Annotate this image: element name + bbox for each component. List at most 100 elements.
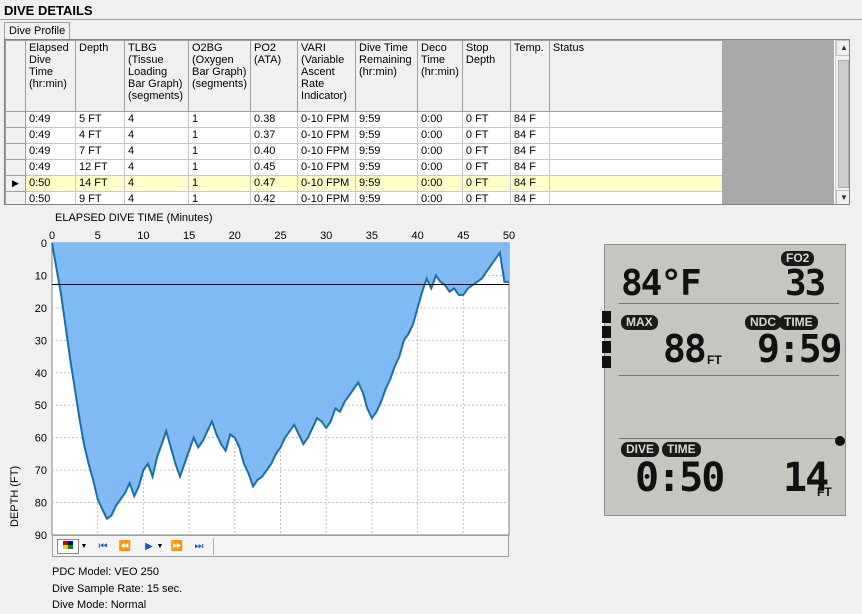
grid-cell[interactable]: 0:49 <box>25 143 76 160</box>
grid-cell[interactable]: 0.38 <box>250 111 299 128</box>
grid-cell[interactable]: 0:49 <box>25 127 76 144</box>
grid-cell[interactable]: 0:49 <box>25 111 76 128</box>
grid-cell[interactable]: 1 <box>187 191 252 204</box>
grid-cell[interactable]: 0:00 <box>417 191 463 204</box>
grid-cell[interactable]: 5 FT <box>75 111 125 128</box>
last-frame-icon[interactable]: ⏭ <box>191 539 207 554</box>
grid-cell[interactable]: 0.47 <box>250 175 299 192</box>
grid-cell[interactable] <box>548 159 723 176</box>
row-header[interactable] <box>5 111 26 128</box>
grid-cell[interactable]: 7 FT <box>75 143 125 160</box>
grid-cell[interactable]: 1 <box>187 111 252 128</box>
table-row[interactable]: 0:50 9 FT 4 1 0.42 0-10 FPM 9:59 0:00 0 FT 84 F <box>5 191 723 204</box>
depth-profile-chart[interactable]: 0 5 10 15 20 25 30 35 40 45 50 0 10 20 30 40 50 60 70 80 90 D… <box>0 226 520 556</box>
grid-cell[interactable]: 4 <box>124 111 189 128</box>
column-header-6[interactable]: Dive Time Remaining (hr:min) <box>355 40 419 112</box>
table-row[interactable]: 0:49 12 FT 4 1 0.45 0-10 FPM 9:59 0:00 0 FT 84 F <box>5 159 723 176</box>
table-row[interactable]: 0:49 5 FT 4 1 0.38 0-10 FPM 9:59 0:00 0 FT 84 F <box>5 111 723 128</box>
scroll-down-button[interactable]: ▼ <box>836 190 849 204</box>
grid-cell[interactable]: 0:00 <box>417 159 463 176</box>
column-header-9[interactable]: Temp. <box>509 40 550 112</box>
grid-cell[interactable]: 0:00 <box>417 111 463 128</box>
grid-cell[interactable]: 1 <box>187 143 252 160</box>
color-picker-button[interactable] <box>57 539 79 554</box>
row-header[interactable] <box>5 191 26 204</box>
row-header[interactable] <box>5 143 26 160</box>
grid-cell[interactable]: 0:00 <box>417 175 463 192</box>
grid-cell[interactable]: 84 F <box>509 175 550 192</box>
grid-cell[interactable]: 0 FT <box>461 159 511 176</box>
column-header-5[interactable]: VARI (Variable Ascent Rate Indicator) <box>297 40 357 112</box>
grid-cell[interactable]: 4 <box>124 191 189 204</box>
grid-cell[interactable]: 0 FT <box>461 127 511 144</box>
grid-cell[interactable] <box>548 111 723 128</box>
grid-cell[interactable]: 0 FT <box>461 175 511 192</box>
grid-cell[interactable]: 0-10 FPM <box>297 111 357 128</box>
grid-cell[interactable]: 9:59 <box>355 175 419 192</box>
grid-cell[interactable] <box>548 143 723 160</box>
grid-cell[interactable]: 0-10 FPM <box>297 191 357 204</box>
grid-cell[interactable]: 84 F <box>509 191 550 204</box>
grid-cell[interactable]: 0.45 <box>250 159 299 176</box>
grid-cell[interactable]: 0-10 FPM <box>297 159 357 176</box>
grid-cell[interactable]: 1 <box>187 127 252 144</box>
grid-cell[interactable]: 9:59 <box>355 191 419 204</box>
rewind-icon[interactable]: ⏪ <box>117 539 133 554</box>
column-header-4[interactable]: PO2 (ATA) <box>250 40 299 112</box>
grid-cell[interactable]: 0:50 <box>25 175 76 192</box>
grid-cell[interactable]: 0-10 FPM <box>297 175 357 192</box>
column-header-2[interactable]: TLBG (Tissue Loading Bar Graph) (segment… <box>124 40 189 112</box>
grid-cell[interactable]: 9:59 <box>355 127 419 144</box>
grid-cell[interactable]: 0.42 <box>250 191 299 204</box>
row-header[interactable] <box>5 127 26 144</box>
grid-cell[interactable]: 4 FT <box>75 127 125 144</box>
first-frame-icon[interactable]: ⏮ <box>95 539 111 554</box>
chevron-down-icon[interactable]: ▼ <box>80 539 88 554</box>
column-header-10[interactable]: Status <box>548 40 723 112</box>
grid-cell[interactable]: 4 <box>124 159 189 176</box>
table-row[interactable]: 0:49 7 FT 4 1 0.40 0-10 FPM 9:59 0:00 0 FT 84 F <box>5 143 723 160</box>
scroll-up-button[interactable]: ▲ <box>836 40 849 56</box>
grid-cell[interactable]: 1 <box>187 159 252 176</box>
grid-cell[interactable]: 4 <box>124 143 189 160</box>
fast-forward-icon[interactable]: ⏩ <box>169 539 185 554</box>
table-row[interactable]: 0:49 4 FT 4 1 0.37 0-10 FPM 9:59 0:00 0 FT 84 F <box>5 127 723 144</box>
grid-cell[interactable]: 0:00 <box>417 143 463 160</box>
row-header[interactable] <box>5 159 26 176</box>
play-icon[interactable]: ▶ <box>141 539 157 554</box>
grid-cell[interactable]: 84 F <box>509 143 550 160</box>
grid-cell[interactable] <box>548 127 723 144</box>
grid-cell[interactable]: 9:59 <box>355 143 419 160</box>
grid-cell[interactable]: 0:49 <box>25 159 76 176</box>
grid-cell[interactable]: 1 <box>187 175 252 192</box>
row-header[interactable]: ▶ <box>5 175 26 192</box>
grid-cell[interactable]: 12 FT <box>75 159 125 176</box>
grid-cell[interactable]: 0:50 <box>25 191 76 204</box>
grid-cell[interactable]: 14 FT <box>75 175 125 192</box>
column-header-7[interactable]: Deco Time (hr:min) <box>417 40 463 112</box>
play-options-chevron-icon[interactable]: ▼ <box>156 539 164 554</box>
grid-cell[interactable]: 9 FT <box>75 191 125 204</box>
grid-cell[interactable]: 9:59 <box>355 159 419 176</box>
grid-cell[interactable]: 0:00 <box>417 127 463 144</box>
grid-cell[interactable]: 9:59 <box>355 111 419 128</box>
grid-cell[interactable]: 84 F <box>509 111 550 128</box>
grid-cell[interactable] <box>548 191 723 204</box>
grid-cell[interactable] <box>548 175 723 192</box>
grid-cell[interactable]: 0 FT <box>461 111 511 128</box>
vertical-scrollbar[interactable]: ▲ ▼ <box>835 40 849 204</box>
table-row[interactable]: ▶ 0:50 14 FT 4 1 0.47 0-10 FPM 9:59 0:00 0 FT 84 F <box>5 175 723 192</box>
column-header-3[interactable]: O2BG (Oxygen Bar Graph) (segments) <box>187 40 252 112</box>
column-header-1[interactable]: Depth <box>75 40 125 112</box>
tab-dive-profile[interactable]: Dive Profile <box>4 22 71 39</box>
grid-cell[interactable]: 0.40 <box>250 143 299 160</box>
grid-cell[interactable]: 0.37 <box>250 127 299 144</box>
column-header-8[interactable]: Stop Depth <box>461 40 511 112</box>
grid-cell[interactable]: 84 F <box>509 159 550 176</box>
grid-cell[interactable]: 0-10 FPM <box>297 127 357 144</box>
grid-cell[interactable]: 4 <box>124 127 189 144</box>
column-header-0[interactable]: Elapsed Dive Time (hr:min) <box>25 40 76 112</box>
grid-cell[interactable]: 0-10 FPM <box>297 143 357 160</box>
grid-cell[interactable]: 84 F <box>509 127 550 144</box>
grid-cell[interactable]: 0 FT <box>461 143 511 160</box>
